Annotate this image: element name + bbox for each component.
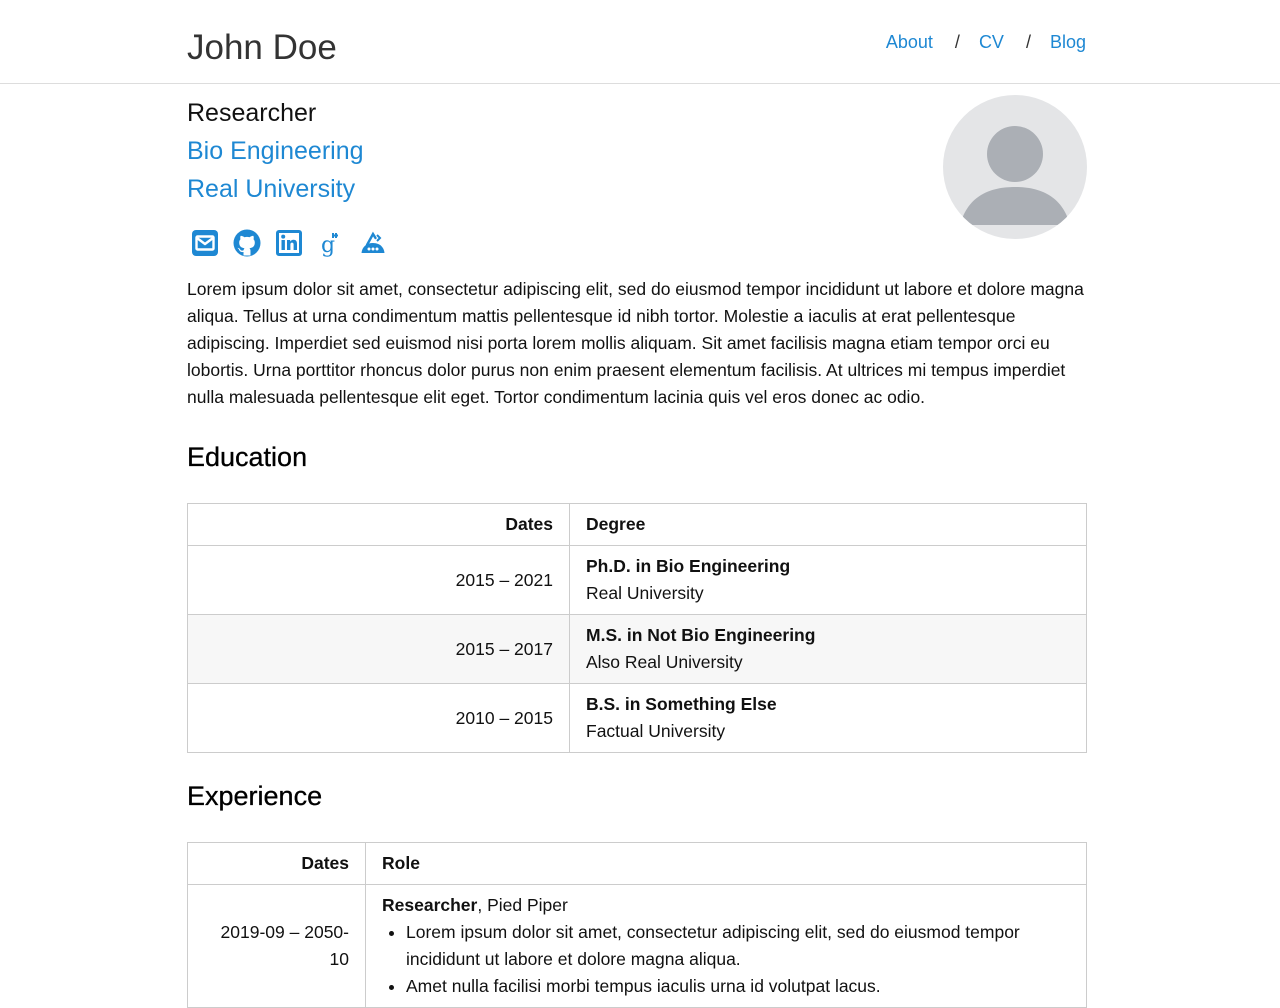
degree-title: Ph.D. in Bio Engineering — [586, 556, 791, 576]
degree-title: M.S. in Not Bio Engineering — [586, 625, 816, 645]
column-header-dates: Dates — [187, 842, 366, 885]
nav-about-link[interactable]: About — [886, 30, 933, 54]
table-row: 2015 – 2021 Ph.D. in Bio Engineering Rea… — [187, 545, 1087, 615]
edu-dates-cell: 2015 – 2021 — [187, 545, 570, 615]
edu-degree-cell: B.S. in Something Else Factual Universit… — [569, 683, 1087, 753]
nav-links: About / CV / Blog — [886, 30, 1086, 54]
google-scholar-icon[interactable]: g — [316, 227, 346, 257]
linkedin-icon[interactable] — [274, 227, 304, 257]
table-row: 2015 – 2017 M.S. in Not Bio Engineering … — [187, 614, 1087, 684]
list-item: Lorem ipsum dolor sit amet, consectetur … — [406, 919, 1070, 973]
experience-table: Dates Role 2019-09 – 2050-10 Researcher,… — [187, 842, 1087, 1008]
nav-blog-link[interactable]: Blog — [1050, 30, 1086, 54]
github-icon[interactable] — [232, 227, 262, 257]
degree-school: Also Real University — [586, 652, 743, 672]
profile-section: Researcher Bio Engineering Real Universi… — [187, 84, 1087, 276]
nav-separator: / — [954, 32, 960, 52]
education-heading: Education — [187, 442, 308, 472]
role-line: Researcher, Pied Piper — [382, 892, 1070, 919]
table-header-row: Dates Role — [187, 842, 1087, 885]
degree-school: Factual University — [586, 721, 726, 741]
site-title-link[interactable]: John Doe — [187, 26, 337, 70]
edu-dates-cell: 2015 – 2017 — [187, 614, 570, 684]
exp-role-cell: Researcher, Pied Piper Lorem ipsum dolor… — [365, 884, 1087, 1008]
navbar: John Doe About / CV / Blog — [0, 0, 1280, 84]
degree-title: B.S. in Something Else — [586, 694, 777, 714]
profile-avatar — [943, 95, 1087, 239]
department-link[interactable]: Bio Engineering — [187, 134, 364, 168]
exp-dates-cell: 2019-09 – 2050-10 — [187, 884, 366, 1008]
role-bullets: Lorem ipsum dolor sit amet, consectetur … — [382, 919, 1070, 1000]
nav-cv-link[interactable]: CV — [979, 30, 1004, 54]
table-row: 2019-09 – 2050-10 Researcher, Pied Piper… — [187, 884, 1087, 1008]
list-item: Amet nulla facilisi morbi tempus iaculis… — [406, 973, 1070, 1000]
role-title: Researcher — [382, 895, 478, 915]
email-icon[interactable] — [190, 227, 220, 257]
column-header-degree: Degree — [569, 503, 1087, 546]
education-table: Dates Degree 2015 – 2021 Ph.D. in Bio En… — [187, 503, 1087, 753]
table-row: 2010 – 2015 B.S. in Something Else Factu… — [187, 683, 1087, 753]
column-header-role: Role — [365, 842, 1087, 885]
nav-separator: / — [1025, 32, 1031, 52]
table-header-row: Dates Degree — [187, 503, 1087, 546]
bio-text: Lorem ipsum dolor sit amet, consectetur … — [187, 279, 1084, 407]
experience-heading: Experience — [187, 781, 323, 811]
semantic-scholar-icon[interactable] — [358, 227, 388, 257]
position-title: Researcher — [187, 99, 317, 127]
social-links: g — [190, 227, 388, 257]
degree-school: Real University — [586, 583, 704, 603]
role-org: , Pied Piper — [477, 895, 568, 915]
edu-degree-cell: M.S. in Not Bio Engineering Also Real Un… — [569, 614, 1087, 684]
university-link[interactable]: Real University — [187, 172, 355, 206]
column-header-dates: Dates — [187, 503, 570, 546]
edu-dates-cell: 2010 – 2015 — [187, 683, 570, 753]
main-content: Researcher Bio Engineering Real Universi… — [187, 84, 1087, 1008]
edu-degree-cell: Ph.D. in Bio Engineering Real University — [569, 545, 1087, 615]
